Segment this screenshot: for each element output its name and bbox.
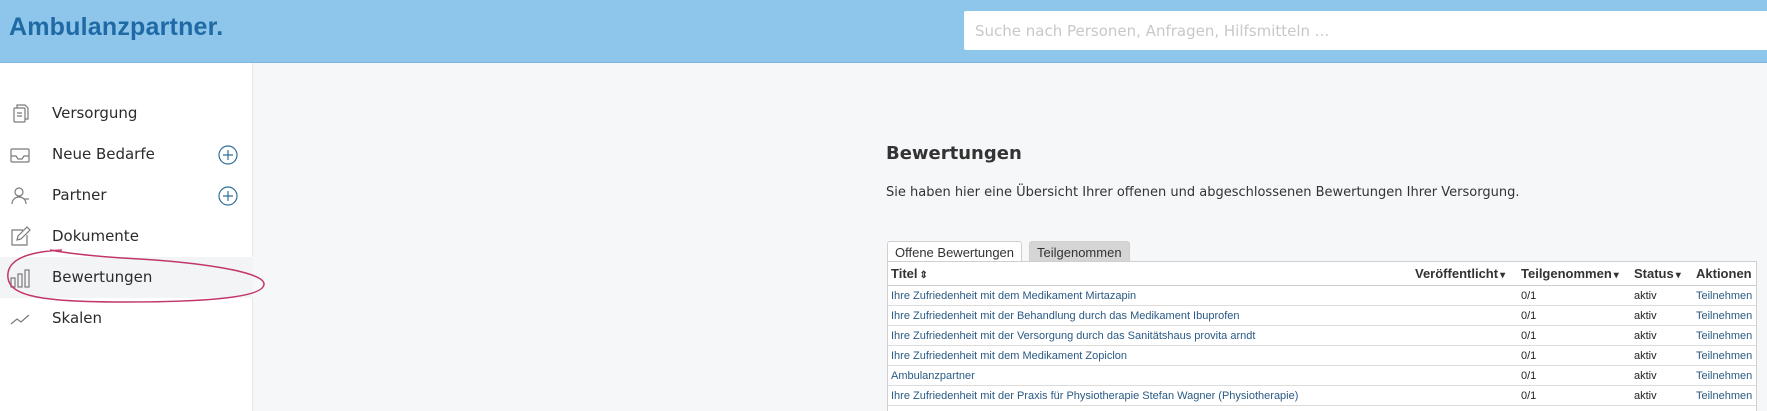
row-title-link[interactable]: Ihre Zufriedenheit mit der Versorgung du… [891, 330, 1255, 342]
row-title-link[interactable]: Ihre Zufriedenheit mit der Praxis für Ph… [891, 390, 1298, 402]
row-title-link[interactable]: Ihre Zufriedenheit mit dem Medikament Mi… [891, 290, 1136, 302]
table-row: Ihre Zufriedenheit mit dem Medikament Zo… [888, 346, 1756, 366]
sort-down-icon: ▾ [1613, 270, 1619, 281]
row-participated: 0/1 [1521, 390, 1537, 402]
sidebar-item-label: Versorgung [52, 104, 138, 122]
inbox-icon [10, 148, 30, 163]
table-row: Ambulanzpartner 0/1 aktiv Teilnehmen [888, 366, 1756, 386]
column-header-aktionen: Aktionen [1696, 266, 1752, 281]
row-participated: 0/1 [1521, 350, 1537, 362]
page-title: Bewertungen [886, 143, 1022, 164]
row-title-link[interactable]: Ihre Zufriedenheit mit dem Medikament Zo… [891, 350, 1127, 362]
sidebar: Versorgung Neue Bedarfe Partner Dokument [0, 63, 253, 411]
sidebar-item-label: Dokumente [52, 227, 139, 245]
page-description: Sie haben hier eine Übersicht Ihrer offe… [886, 185, 1520, 200]
row-status: aktiv [1634, 290, 1657, 302]
sidebar-item-skalen[interactable]: Skalen [0, 298, 253, 339]
sidebar-item-bewertungen[interactable]: Bewertungen [0, 257, 253, 298]
top-header: Ambulanzpartner. [0, 0, 1767, 63]
row-participated: 0/1 [1521, 290, 1537, 302]
sort-down-icon: ▾ [1675, 270, 1681, 281]
row-status: aktiv [1634, 390, 1657, 402]
table-header: Titel ⇕ Veröffentlicht ▾ Teilgenommen ▾ Sta… [888, 262, 1756, 286]
global-search-input[interactable] [964, 11, 1767, 50]
column-header-teilgenommen[interactable]: Teilgenommen ▾ [1521, 266, 1619, 281]
sidebar-item-label: Bewertungen [52, 268, 153, 286]
bar-chart-icon [10, 269, 30, 288]
participate-link[interactable]: Teilnehmen [1696, 310, 1752, 322]
sort-both-icon: ⇕ [919, 270, 928, 281]
row-status: aktiv [1634, 330, 1657, 342]
row-title-link[interactable]: Ambulanzpartner [891, 370, 975, 382]
ratings-table: Titel ⇕ Veröffentlicht ▾ Teilgenommen ▾ Sta… [887, 261, 1757, 411]
column-label: Titel [891, 266, 918, 281]
person-icon [11, 187, 29, 205]
column-header-titel[interactable]: Titel ⇕ [891, 266, 928, 281]
table-row: Ihre Zufriedenheit mit der Praxis für Ph… [888, 386, 1756, 406]
add-bedarf-button[interactable] [218, 145, 238, 165]
documents-icon [13, 104, 29, 123]
participate-link[interactable]: Teilnehmen [1696, 330, 1752, 342]
column-header-status[interactable]: Status ▾ [1634, 266, 1681, 281]
app-logo[interactable]: Ambulanzpartner. [9, 13, 223, 42]
column-label: Teilgenommen [1521, 266, 1612, 281]
column-label: Veröffentlicht [1415, 266, 1499, 281]
column-label: Status [1634, 266, 1674, 281]
row-participated: 0/1 [1521, 310, 1537, 322]
participate-link[interactable]: Teilnehmen [1696, 370, 1752, 382]
row-status: aktiv [1634, 370, 1657, 382]
sidebar-item-label: Neue Bedarfe [52, 145, 155, 163]
table-row: Ihre Zufriedenheit mit der Versorgung du… [888, 326, 1756, 346]
sidebar-item-neue-bedarfe[interactable]: Neue Bedarfe [0, 134, 253, 175]
tab-teilgenommen[interactable]: Teilgenommen [1029, 241, 1130, 262]
row-participated: 0/1 [1521, 370, 1537, 382]
add-partner-button[interactable] [218, 186, 238, 206]
tab-offene-bewertungen[interactable]: Offene Bewertungen [887, 241, 1023, 262]
row-status: aktiv [1634, 350, 1657, 362]
participate-link[interactable]: Teilnehmen [1696, 350, 1752, 362]
table-row: Ihre Zufriedenheit mit dem Medikament Mi… [888, 286, 1756, 306]
row-participated: 0/1 [1521, 330, 1537, 342]
trend-line-icon [10, 314, 30, 325]
participate-link[interactable]: Teilnehmen [1696, 290, 1752, 302]
sidebar-item-versorgung[interactable]: Versorgung [0, 93, 253, 134]
sidebar-item-label: Skalen [52, 309, 103, 327]
sort-down-icon: ▾ [1500, 270, 1506, 281]
sidebar-item-partner[interactable]: Partner [0, 175, 253, 216]
participate-link[interactable]: Teilnehmen [1696, 390, 1752, 402]
row-title-link[interactable]: Ihre Zufriedenheit mit der Behandlung du… [891, 310, 1240, 322]
table-row: Ihre Zufriedenheit mit der Behandlung du… [888, 306, 1756, 326]
sidebar-item-label: Partner [52, 186, 107, 204]
edit-icon [11, 226, 31, 246]
sidebar-item-dokumente[interactable]: Dokumente [0, 216, 253, 257]
column-header-veroeffentlicht[interactable]: Veröffentlicht ▾ [1415, 266, 1505, 281]
row-status: aktiv [1634, 310, 1657, 322]
